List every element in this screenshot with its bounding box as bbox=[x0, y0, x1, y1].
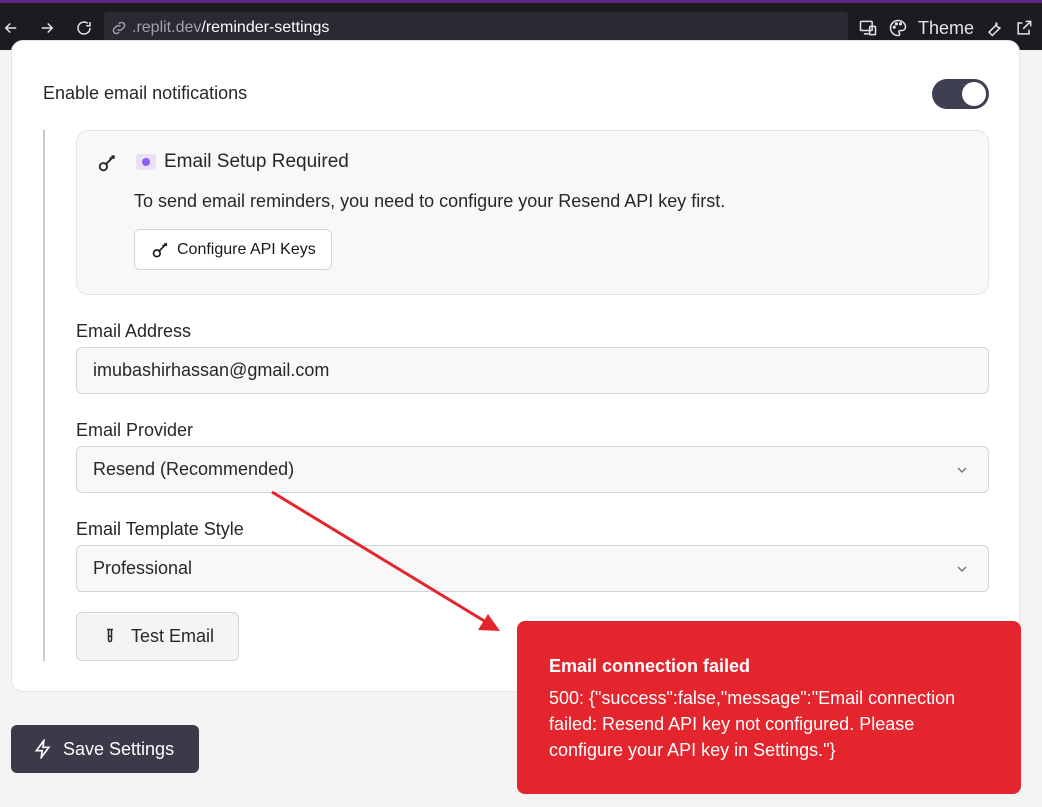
save-settings-label: Save Settings bbox=[63, 738, 175, 759]
url-host: .replit.dev bbox=[132, 19, 202, 36]
toggle-knob bbox=[962, 82, 986, 106]
arrow-right-icon bbox=[41, 22, 54, 34]
reload-icon bbox=[77, 21, 91, 35]
link-icon bbox=[112, 21, 126, 35]
configure-api-keys-label: Configure API Keys bbox=[177, 240, 316, 258]
url-path: /reminder-settings bbox=[201, 19, 330, 36]
key-icon bbox=[98, 155, 116, 172]
email-provider-select[interactable]: Resend (Recommended) bbox=[76, 446, 989, 493]
error-toast[interactable]: Email connection failed 500: {"success":… bbox=[517, 621, 1021, 794]
wrench-icon[interactable] bbox=[984, 18, 1004, 38]
test-email-button[interactable]: Test Email bbox=[76, 612, 239, 661]
section-rule bbox=[43, 130, 45, 661]
save-settings-button[interactable]: Save Settings bbox=[11, 725, 199, 773]
toast-title: Email connection failed bbox=[549, 656, 751, 676]
test-tube-icon bbox=[107, 628, 113, 642]
email-address-input[interactable]: imubashirhassan@gmail.com bbox=[76, 347, 989, 394]
email-address-label: Email Address bbox=[76, 321, 192, 341]
devices-icon[interactable] bbox=[858, 18, 878, 38]
email-provider-value: Resend (Recommended) bbox=[93, 459, 295, 479]
theme-button[interactable]: Theme bbox=[918, 18, 974, 39]
email-notifications-toggle[interactable] bbox=[932, 79, 989, 109]
envelope-icon bbox=[136, 154, 156, 170]
chevron-down-icon bbox=[957, 566, 967, 572]
email-provider-label: Email Provider bbox=[76, 420, 194, 440]
email-template-select[interactable]: Professional bbox=[76, 545, 989, 592]
setup-description: To send email reminders, you need to con… bbox=[134, 191, 726, 211]
chevron-down-icon bbox=[957, 467, 967, 473]
lightning-icon bbox=[34, 739, 51, 759]
setup-title: Email Setup Required bbox=[164, 151, 349, 172]
email-template-label: Email Template Style bbox=[76, 519, 244, 539]
external-link-icon[interactable] bbox=[1014, 18, 1034, 38]
palette-icon[interactable] bbox=[888, 18, 908, 38]
email-address-value: imubashirhassan@gmail.com bbox=[93, 360, 330, 380]
test-email-label: Test Email bbox=[131, 626, 215, 646]
email-template-value: Professional bbox=[93, 558, 193, 578]
key-icon bbox=[152, 242, 168, 257]
toast-message: 500: {"success":false,"message":"Email c… bbox=[549, 688, 956, 760]
configure-api-keys-button[interactable]: Configure API Keys bbox=[134, 229, 332, 270]
email-notifications-label: Enable email notifications bbox=[43, 83, 248, 103]
arrow-left-icon bbox=[4, 22, 17, 34]
